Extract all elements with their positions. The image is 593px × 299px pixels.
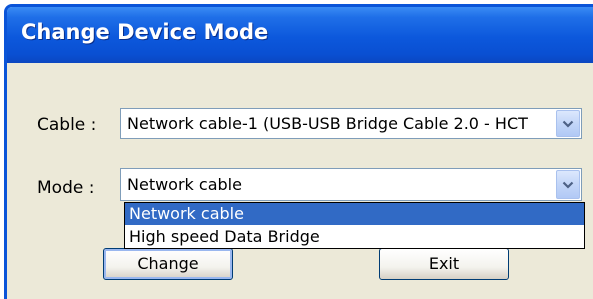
mode-select[interactable]: Network cable bbox=[120, 168, 582, 201]
change-button[interactable]: Change bbox=[103, 248, 233, 280]
cable-select-value: Network cable-1 (USB-USB Bridge Cable 2.… bbox=[127, 114, 528, 133]
chevron-down-icon bbox=[562, 181, 574, 189]
mode-select-value: Network cable bbox=[127, 175, 242, 194]
change-device-mode-dialog: Change Device Mode Cable : Network cable… bbox=[4, 4, 593, 299]
chevron-down-icon bbox=[562, 120, 574, 128]
window-title: Change Device Mode bbox=[21, 20, 269, 44]
cable-select[interactable]: Network cable-1 (USB-USB Bridge Cable 2.… bbox=[120, 108, 582, 139]
cable-label: Cable : bbox=[37, 115, 97, 135]
mode-dropdown-button[interactable] bbox=[556, 170, 580, 199]
mode-option-network-cable[interactable]: Network cable bbox=[125, 203, 584, 225]
mode-label: Mode : bbox=[37, 178, 95, 198]
title-bar[interactable]: Change Device Mode bbox=[7, 7, 593, 63]
exit-button[interactable]: Exit bbox=[379, 248, 509, 280]
mode-dropdown-list: Network cable High speed Data Bridge bbox=[124, 202, 585, 249]
cable-dropdown-button[interactable] bbox=[556, 110, 580, 137]
mode-option-high-speed-data-bridge[interactable]: High speed Data Bridge bbox=[125, 226, 584, 248]
